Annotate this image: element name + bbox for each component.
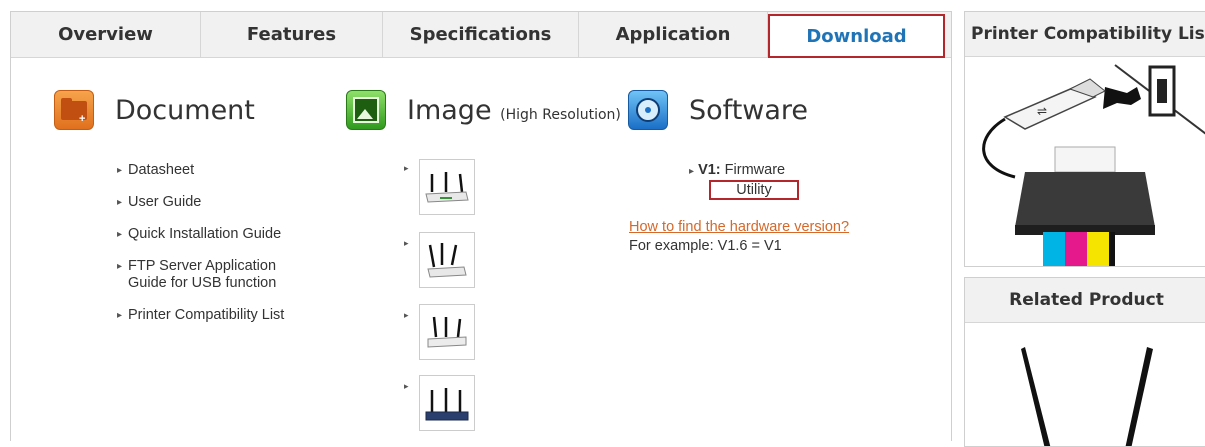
picture-icon xyxy=(346,90,386,130)
version-label: V1: xyxy=(698,162,721,178)
document-title: Document xyxy=(115,94,255,126)
image-header: Image (High Resolution) xyxy=(346,90,621,130)
svg-text:⇌: ⇌ xyxy=(1037,104,1047,118)
list-item: Printer Compatibility List xyxy=(117,307,317,324)
ftp-server-guide-link[interactable]: FTP Server Application Guide for USB fun… xyxy=(128,258,276,291)
router-image-3[interactable] xyxy=(419,304,475,360)
router-image-4[interactable] xyxy=(419,375,475,431)
version-example: For example: V1.6 = V1 xyxy=(629,238,782,254)
bullet: ▸ xyxy=(404,381,409,391)
firmware-link[interactable]: Firmware xyxy=(725,162,785,178)
related-router-image[interactable] xyxy=(965,323,1205,447)
image-title: Image (High Resolution) xyxy=(407,95,621,126)
document-header: + Document xyxy=(54,90,255,130)
utility-link[interactable]: Utility xyxy=(709,180,799,200)
tab-application[interactable]: Application xyxy=(579,12,768,57)
list-item: User Guide xyxy=(117,194,317,211)
bullet: ▸ xyxy=(689,166,695,177)
software-header: Software xyxy=(628,90,808,130)
router-image-2[interactable] xyxy=(419,232,475,288)
tab-specifications[interactable]: Specifications xyxy=(383,12,579,57)
printer-compatibility-link[interactable]: Printer Compatibility List xyxy=(128,307,284,323)
software-title: Software xyxy=(689,94,809,126)
tab-overview[interactable]: Overview xyxy=(11,12,201,57)
datasheet-link[interactable]: Datasheet xyxy=(128,162,194,178)
product-panel: Overview Features Specifications Applica… xyxy=(10,11,952,441)
printer-compatibility-panel[interactable]: Printer Compatibility List ⇌ xyxy=(964,11,1205,267)
router-image-1[interactable] xyxy=(419,159,475,215)
list-item: Quick Installation Guide xyxy=(117,226,317,243)
bullet: ▸ xyxy=(404,163,409,173)
image-subtitle: (High Resolution) xyxy=(500,106,621,123)
list-item: Datasheet xyxy=(117,162,317,179)
disc-icon xyxy=(628,90,668,130)
hardware-version-link[interactable]: How to find the hardware version? xyxy=(629,219,849,235)
list-item: FTP Server Application Guide for USB fun… xyxy=(117,258,313,292)
printer-compatibility-title: Printer Compatibility List xyxy=(965,12,1205,57)
document-list: Datasheet User Guide Quick Installation … xyxy=(117,162,317,324)
bullet: ▸ xyxy=(404,238,409,248)
related-product-title: Related Product xyxy=(965,278,1205,323)
tab-features[interactable]: Features xyxy=(201,12,383,57)
quick-installation-guide-link[interactable]: Quick Installation Guide xyxy=(128,226,281,242)
folder-icon: + xyxy=(54,90,94,130)
related-product-panel: Related Product xyxy=(964,277,1205,447)
tab-bar: Overview Features Specifications Applica… xyxy=(11,12,951,58)
tab-download[interactable]: Download xyxy=(768,14,945,58)
usb-printer-illustration: ⇌ xyxy=(982,64,1205,266)
bullet: ▸ xyxy=(404,310,409,320)
user-guide-link[interactable]: User Guide xyxy=(128,194,201,210)
firmware-row: ▸ V1: Firmware xyxy=(689,162,785,178)
image-title-text: Image xyxy=(407,94,492,126)
